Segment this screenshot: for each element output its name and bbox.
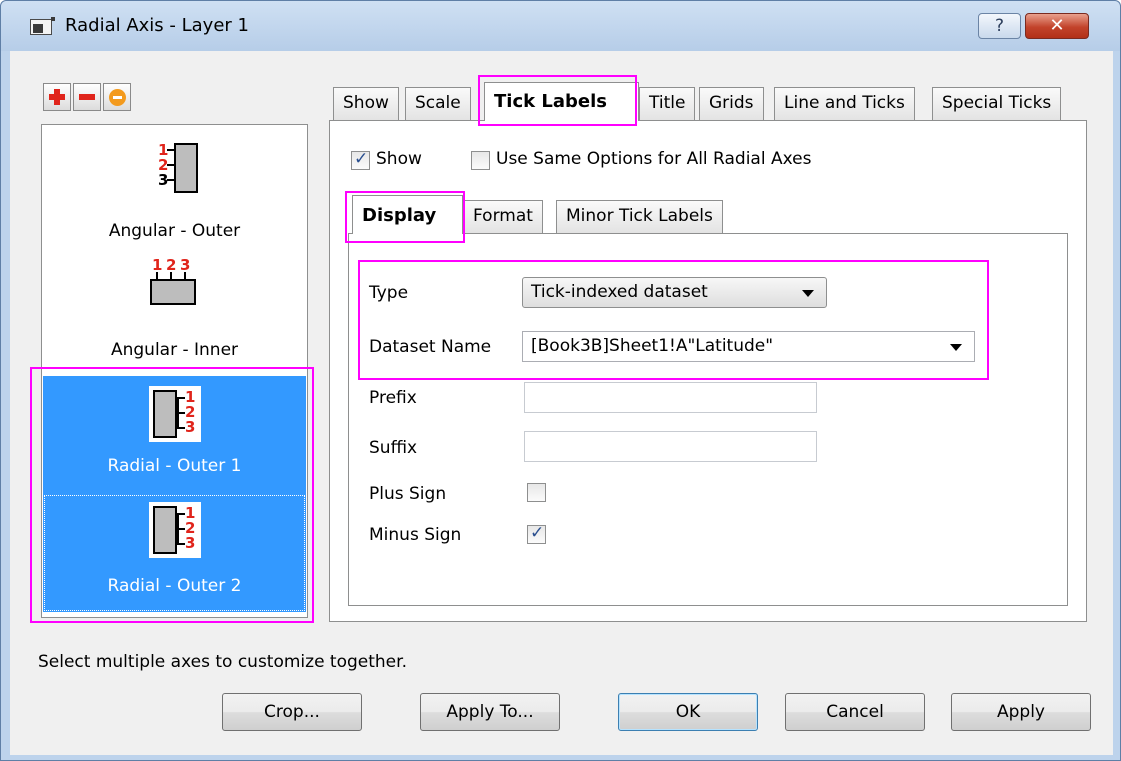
status-text: Select multiple axes to customize togeth…: [38, 652, 407, 672]
minus-sign-label: Minus Sign: [369, 525, 462, 545]
add-axis-button[interactable]: [43, 83, 71, 111]
same-options-checkbox[interactable]: [471, 151, 490, 170]
plus-sign-checkbox[interactable]: [527, 483, 546, 502]
suffix-label: Suffix: [369, 438, 418, 458]
axis-item-angular-inner[interactable]: 1 2 3 Angular - Inner: [43, 255, 306, 375]
tab-grids[interactable]: Grids: [699, 87, 764, 120]
show-label: Show: [376, 149, 422, 169]
tab-scale[interactable]: Scale: [405, 87, 471, 120]
remove-axis-button[interactable]: [73, 83, 101, 111]
subtab-format[interactable]: Format: [463, 200, 543, 233]
window-title: Radial Axis - Layer 1: [65, 15, 249, 36]
app-icon: [30, 17, 55, 35]
highlight-tick-labels-tab: [478, 75, 637, 126]
minus-icon: [79, 94, 95, 100]
ok-button[interactable]: OK: [618, 693, 758, 731]
help-button[interactable]: ?: [978, 13, 1021, 39]
angular-outer-icon: 1 2 3: [158, 143, 208, 195]
dialog-window: Radial Axis - Layer 1 ? ✕ 1 2 3 Angular …: [0, 0, 1121, 761]
axis-item-label: Angular - Inner: [110, 340, 239, 360]
cancel-button[interactable]: Cancel: [785, 693, 925, 731]
dialog-client-area: 1 2 3 Angular - Outer 1 2 3 Angular - In…: [10, 51, 1113, 755]
suffix-input[interactable]: [524, 431, 817, 462]
axis-item-label: Angular - Outer: [108, 221, 241, 241]
crop-button[interactable]: Crop...: [222, 693, 362, 731]
angular-inner-icon: 1 2 3: [148, 258, 208, 312]
close-button[interactable]: ✕: [1025, 13, 1089, 39]
apply-to-button[interactable]: Apply To...: [420, 693, 560, 731]
tab-show[interactable]: Show: [333, 87, 399, 120]
plus-icon: [49, 89, 65, 105]
axis-option-button[interactable]: [103, 83, 131, 111]
tab-title[interactable]: Title: [639, 87, 696, 120]
circle-icon: [109, 89, 126, 106]
subtab-minor-tick-labels[interactable]: Minor Tick Labels: [556, 200, 723, 233]
prefix-input[interactable]: [524, 382, 817, 413]
title-bar[interactable]: Radial Axis - Layer 1 ? ✕: [1, 1, 1120, 51]
highlight-selected-axes: [30, 367, 314, 623]
tab-special-ticks[interactable]: Special Ticks: [932, 87, 1062, 120]
apply-button[interactable]: Apply: [951, 693, 1091, 731]
prefix-label: Prefix: [369, 388, 417, 408]
same-options-label: Use Same Options for All Radial Axes: [496, 149, 812, 169]
highlight-type-dataset: [358, 260, 989, 380]
axis-item-angular-outer[interactable]: 1 2 3 Angular - Outer: [43, 125, 306, 245]
minus-sign-checkbox[interactable]: [527, 523, 546, 544]
show-checkbox[interactable]: [351, 149, 370, 170]
plus-sign-label: Plus Sign: [369, 484, 447, 504]
highlight-display-subtab: [345, 191, 465, 243]
tab-line-and-ticks[interactable]: Line and Ticks: [774, 87, 915, 120]
